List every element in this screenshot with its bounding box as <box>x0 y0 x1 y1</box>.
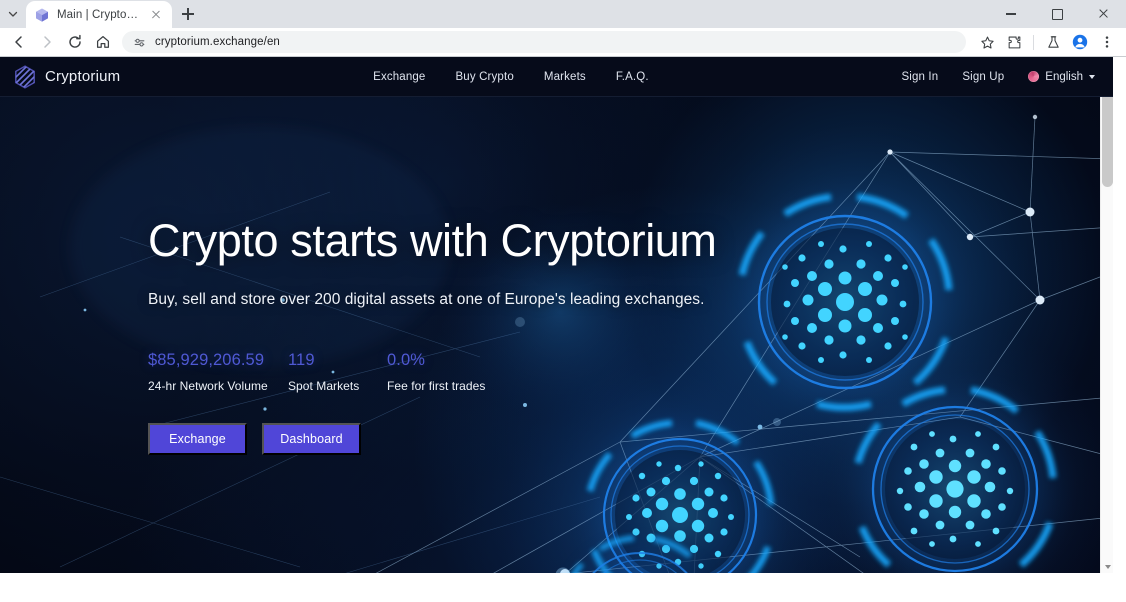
stat-label: Fee for first trades <box>387 379 486 394</box>
stat-value: $85,929,206.59 <box>148 351 265 370</box>
stat-spot-markets: 119 Spot Markets <box>288 351 387 393</box>
nav-item-exchange[interactable]: Exchange <box>373 71 425 83</box>
browser-window: Main | Cryptorium cryptorium.exchange/en… <box>0 0 1126 602</box>
cryptorium-hexagon-logo <box>14 64 36 89</box>
minimize-icon[interactable] <box>988 0 1034 28</box>
stat-label: Spot Markets <box>288 379 360 394</box>
language-selector[interactable]: English <box>1028 71 1095 83</box>
browser-tab[interactable]: Main | Cryptorium <box>26 1 172 28</box>
window-controls <box>988 0 1126 28</box>
toolbar-divider <box>1033 34 1034 50</box>
url-text[interactable]: cryptorium.exchange/en <box>155 36 280 48</box>
browser-toolbar: cryptorium.exchange/en <box>0 28 1126 56</box>
sign-up-link[interactable]: Sign Up <box>962 71 1004 83</box>
home-button[interactable] <box>90 29 116 55</box>
exchange-button[interactable]: Exchange <box>148 423 247 456</box>
window-close-icon[interactable] <box>1080 0 1126 28</box>
cryptorium-page: Cryptorium Exchange Buy Crypto Markets F… <box>0 57 1113 573</box>
header-account-actions: Sign In Sign Up English <box>901 71 1095 83</box>
bookmark-button[interactable] <box>974 29 1000 55</box>
main-navigation: Exchange Buy Crypto Markets F.A.Q. <box>373 71 649 83</box>
reload-icon <box>69 34 81 48</box>
hero-stats: $85,929,206.59 24-hr Network Volume 119 … <box>148 351 1113 393</box>
reload-button[interactable] <box>62 29 88 55</box>
back-button[interactable] <box>6 29 32 55</box>
tab-strip: Main | Cryptorium <box>0 0 1126 28</box>
nav-item-faq[interactable]: F.A.Q. <box>616 71 649 83</box>
flask-icon <box>1047 35 1059 48</box>
hero-content: Crypto starts with Cryptorium Buy, sell … <box>0 97 1113 456</box>
brand-name: Cryptorium <box>45 68 121 85</box>
toolbar-right-actions <box>974 29 1120 55</box>
maximize-icon[interactable] <box>1034 0 1080 28</box>
nav-item-buy-crypto[interactable]: Buy Crypto <box>455 71 513 83</box>
dashboard-button[interactable]: Dashboard <box>262 423 361 456</box>
hero-headline: Crypto starts with Cryptorium <box>148 215 717 266</box>
chevron-down-icon <box>1089 74 1095 79</box>
browser-menu-button[interactable] <box>1094 29 1120 55</box>
hero-cta-buttons: Exchange Dashboard <box>148 423 1113 456</box>
new-tab-button[interactable] <box>174 0 202 28</box>
site-settings-tune-icon[interactable] <box>132 35 147 50</box>
sign-in-link[interactable]: Sign In <box>901 71 938 83</box>
forward-arrow-icon <box>44 36 51 48</box>
chevron-down-icon <box>8 11 18 17</box>
stat-value: 0.0% <box>387 351 426 370</box>
stat-value: 119 <box>288 351 315 370</box>
address-bar[interactable]: cryptorium.exchange/en <box>122 31 966 53</box>
forward-button[interactable] <box>34 29 60 55</box>
brand-logo[interactable]: Cryptorium <box>14 64 121 89</box>
profile-avatar-icon <box>1072 34 1088 50</box>
stat-label: 24-hr Network Volume <box>148 379 268 394</box>
nav-item-markets[interactable]: Markets <box>544 71 586 83</box>
stat-network-volume: $85,929,206.59 24-hr Network Volume <box>148 351 288 393</box>
tab-title: Main | Cryptorium <box>57 8 141 21</box>
star-icon <box>980 36 994 49</box>
globe-icon <box>1028 71 1040 82</box>
language-label: English <box>1045 70 1083 83</box>
scroll-down-arrow-icon[interactable] <box>1101 560 1113 573</box>
home-icon <box>96 35 110 48</box>
hero-section: Crypto starts with Cryptorium Buy, sell … <box>0 97 1113 573</box>
profile-button[interactable] <box>1067 29 1093 55</box>
back-arrow-icon <box>15 36 22 48</box>
tab-search-button[interactable] <box>0 0 26 28</box>
three-dot-menu-icon <box>1105 36 1109 48</box>
site-header: Cryptorium Exchange Buy Crypto Markets F… <box>0 57 1113 97</box>
hero-subheadline: Buy, sell and store over 200 digital ass… <box>148 291 705 309</box>
labs-button[interactable] <box>1040 29 1066 55</box>
cryptorium-cube-favicon <box>34 7 50 23</box>
tab-close-icon[interactable] <box>148 7 164 23</box>
extensions-button[interactable] <box>1001 29 1027 55</box>
stat-fee: 0.0% Fee for first trades <box>387 351 485 393</box>
page-viewport: Cryptorium Exchange Buy Crypto Markets F… <box>0 57 1126 602</box>
extensions-puzzle-icon <box>1008 36 1020 48</box>
